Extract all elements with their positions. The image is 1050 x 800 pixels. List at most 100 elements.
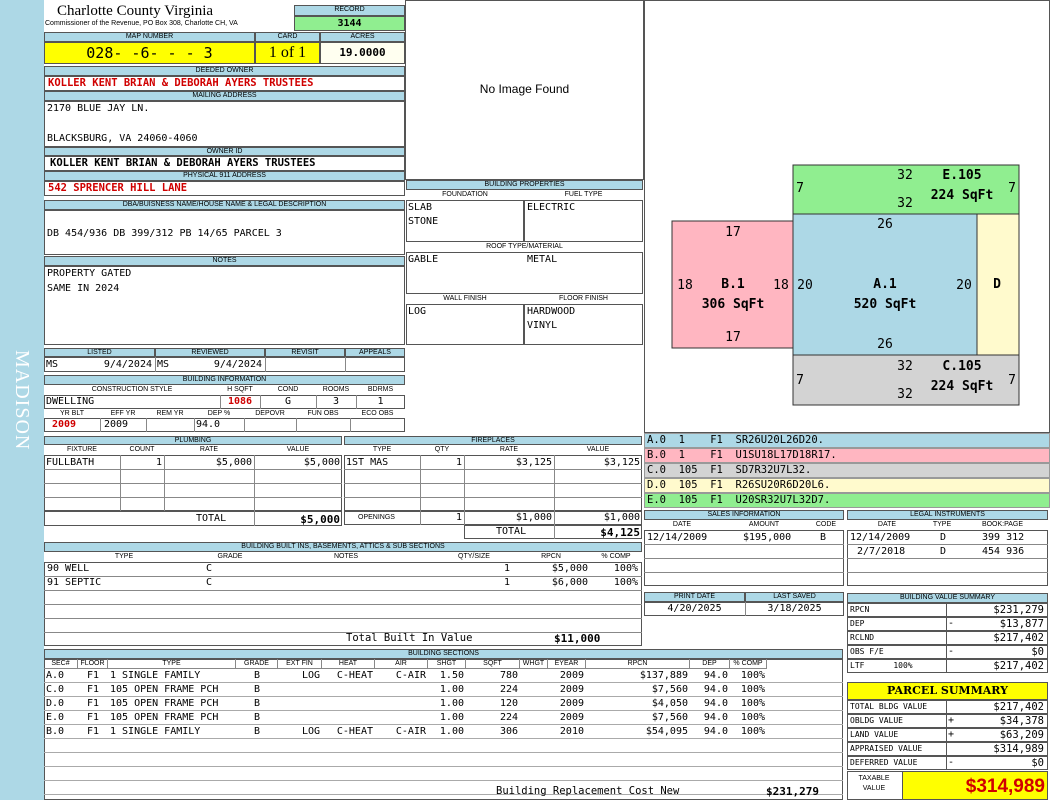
deeded-owner: KOLLER KENT BRIAN & DEBORAH AYERS TRUSTE… bbox=[44, 76, 405, 91]
roof-material: METAL bbox=[527, 254, 558, 265]
section-cell-floor: F1 bbox=[86, 712, 100, 723]
mailing-line-1: 2170 BLUE JAY LN. bbox=[47, 103, 150, 114]
summary-label: OBLDG VALUE bbox=[850, 716, 903, 725]
e-left-dim: 7 bbox=[796, 181, 804, 196]
fp-value-label: VALUE bbox=[586, 446, 610, 453]
section-cell-grade: B bbox=[253, 712, 261, 723]
li-book-label: BOOK:PAGE bbox=[981, 521, 1024, 528]
section-cell-type: 1 SINGLE FAMILY bbox=[110, 726, 201, 737]
map-number-label: MAP NUMBER bbox=[44, 32, 255, 42]
appeals-label: APPEALS bbox=[345, 348, 405, 357]
section-cell-heat: C-HEAT bbox=[336, 726, 373, 737]
dba-label: DBA/BUISNESS NAME/HOUSE NAME & LEGAL DES… bbox=[44, 200, 405, 210]
foundation-2: STONE bbox=[408, 216, 439, 227]
section-cell-type: 1 SINGLE FAMILY bbox=[110, 670, 201, 681]
section-cell-air bbox=[375, 711, 428, 725]
summary-value: $217,402 bbox=[946, 701, 1044, 713]
fp-rate-label: RATE bbox=[499, 446, 519, 453]
fixture-value-amount: $5,000 bbox=[303, 457, 340, 468]
section-cell-heat bbox=[322, 697, 375, 711]
summary-label: APPRAISED VALUE bbox=[850, 744, 923, 753]
bi-comp-label: % COMP bbox=[601, 553, 631, 560]
c-bot-dim: 32 bbox=[897, 387, 913, 402]
card-label: CARD bbox=[255, 32, 320, 42]
section-cell-rpcn: $7,560 bbox=[651, 712, 688, 723]
summary-value: $0 bbox=[946, 646, 1044, 658]
section-header-cell: SEC# bbox=[44, 659, 78, 669]
d-area-label: D bbox=[993, 277, 1001, 292]
li-book-1: 399 312 bbox=[982, 532, 1025, 543]
bi-comp-2: 100% bbox=[613, 577, 638, 588]
b-bot-dim: 17 bbox=[725, 330, 741, 345]
section-header-cell: FLOOR bbox=[78, 659, 108, 669]
fp-type-label: TYPE bbox=[372, 446, 392, 453]
section-cell-grade: B bbox=[253, 726, 261, 737]
owner-id-label: OWNER ID bbox=[44, 147, 405, 156]
section-cell-rpcn: $7,560 bbox=[651, 684, 688, 695]
card-number: 1 of 1 bbox=[255, 42, 320, 64]
sections-header-row: SEC# FLOOR TYPE GRADE EXT FIN HEAT AIR SHGT SQFT… bbox=[44, 659, 843, 669]
fuel-type: ELECTRIC bbox=[527, 202, 576, 213]
summary-value: $63,209 bbox=[946, 729, 1044, 741]
section-cell-air: C-AIR bbox=[395, 670, 426, 681]
section-cell-floor: F1 bbox=[86, 684, 100, 695]
section-cell-floor: F1 bbox=[86, 726, 100, 737]
section-cell-grade: B bbox=[253, 684, 261, 695]
floor-finish-label: FLOOR FINISH bbox=[558, 295, 608, 302]
section-cell-sec: C.0 bbox=[46, 684, 65, 695]
section-cell-whgt bbox=[520, 711, 548, 725]
section-cell-dep: 94.0 bbox=[703, 684, 728, 695]
b-area-label: B.1 bbox=[721, 277, 745, 292]
section-cell-sqft: 780 bbox=[499, 670, 518, 681]
section-cell-ext: LOG bbox=[301, 670, 320, 681]
summary-label: TOTAL BLDG VALUE bbox=[850, 702, 928, 711]
bi-rpcn-1: $5,000 bbox=[551, 563, 588, 574]
section-row-line bbox=[44, 794, 843, 795]
summary-value: $217,402 bbox=[946, 660, 1044, 672]
summary-row: APPRAISED VALUE $314,989 bbox=[847, 742, 1048, 756]
section-header-cell: EYEAR bbox=[548, 659, 586, 669]
li-date-1: 12/14/2009 bbox=[850, 532, 911, 543]
effyr-label: EFF YR bbox=[110, 410, 136, 417]
record-number: 3144 bbox=[294, 16, 405, 31]
section-cell-heat: C-HEAT bbox=[336, 670, 373, 681]
summary-label: LAND VALUE bbox=[850, 730, 899, 739]
commissioner-line: Commissioner of the Revenue, PO Box 308,… bbox=[45, 20, 238, 27]
bi-notes-label: NOTES bbox=[333, 553, 359, 560]
bi-grade-2: C bbox=[206, 577, 213, 588]
replacement-cost: $231,279 bbox=[766, 785, 819, 798]
e-area-sqft: 224 SqFt bbox=[931, 188, 994, 203]
mailing-address-label: MAILING ADDRESS bbox=[44, 91, 405, 101]
fp-qty-label: QTY bbox=[434, 446, 450, 453]
bi-comp-1: 100% bbox=[613, 563, 638, 574]
summary-value: $231,279 bbox=[946, 604, 1044, 616]
summary-value: $314,989 bbox=[946, 743, 1044, 755]
section-cell-eyear: 2009 bbox=[559, 684, 584, 695]
bvs-table: RPCN $231,279 DEP - $13,877 RCLND $217,402 OBS … bbox=[847, 603, 1048, 673]
summary-row: OBLDG VALUE + $34,378 bbox=[847, 714, 1048, 728]
bi-qty-label: QTY/SIZE bbox=[458, 553, 490, 560]
bvs-label: BUILDING VALUE SUMMARY bbox=[847, 593, 1048, 603]
built-in-total: $11,000 bbox=[554, 632, 601, 645]
section-cell-shgt: 1.00 bbox=[439, 684, 464, 695]
remyr-label: REM YR bbox=[156, 410, 184, 417]
yrblt-label: YR BLT bbox=[60, 410, 84, 417]
summary-row: DEFERRED VALUE - $0 bbox=[847, 756, 1048, 770]
sales-info-label: SALES INFORMATION bbox=[644, 510, 844, 520]
section-header-cell: WHGT bbox=[520, 659, 548, 669]
section-cell-dep: 94.0 bbox=[703, 670, 728, 681]
c-area-label: C.105 bbox=[942, 359, 981, 374]
notes-label: NOTES bbox=[44, 256, 405, 266]
bi-type-1: 90 WELL bbox=[47, 563, 90, 574]
sales-code-label: CODE bbox=[815, 521, 837, 528]
note-line-2: SAME IN 2024 bbox=[47, 283, 120, 294]
revisit-label: REVISIT bbox=[265, 348, 345, 357]
fuel-type-label: FUEL TYPE bbox=[564, 191, 603, 198]
wall-finish-label: WALL FINISH bbox=[443, 295, 487, 302]
section-cell-sec: E.0 bbox=[46, 712, 65, 723]
fixture-rate: $5,000 bbox=[215, 457, 252, 468]
last-saved-label: LAST SAVED bbox=[745, 592, 844, 602]
section-cell-grade: B bbox=[253, 670, 261, 681]
table-row: E.0 F1 105 OPEN FRAME PCH B 1.00 224 2009 $7,56… bbox=[44, 711, 843, 725]
dep-label: DEP % bbox=[207, 410, 231, 417]
